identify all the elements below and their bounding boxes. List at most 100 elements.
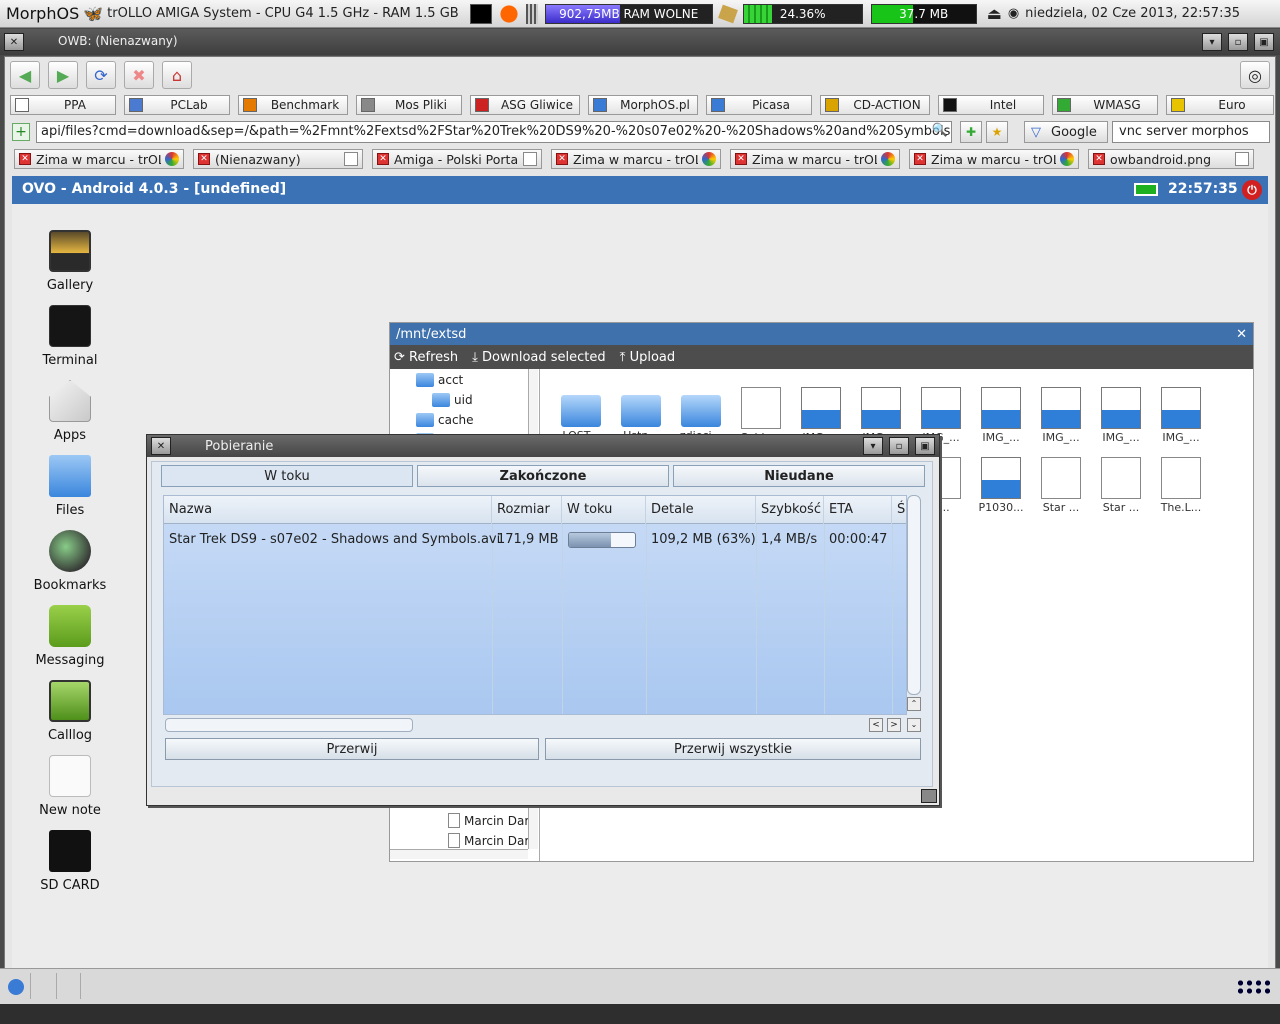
column-progress[interactable]: W toku — [562, 496, 646, 524]
column-name[interactable]: Nazwa — [164, 496, 492, 524]
app-bookmarks[interactable]: Bookmarks — [20, 530, 120, 593]
column-speed[interactable]: Szybkość — [756, 496, 824, 524]
iconify-icon[interactable]: ▣ — [1254, 33, 1274, 51]
bookmark-wmasg[interactable]: WMASG — [1052, 95, 1158, 115]
forward-button[interactable]: ▶ — [48, 61, 78, 89]
close-tab-icon[interactable]: ✕ — [377, 153, 389, 165]
scroll-up-icon[interactable]: ⌃ — [907, 697, 921, 711]
bookmark-pclab[interactable]: PCLab — [124, 95, 230, 115]
app-terminal[interactable]: Terminal — [20, 305, 120, 368]
file-item[interactable]: IMG_... — [1032, 387, 1090, 444]
reload-button[interactable]: ⟳ — [86, 61, 116, 89]
app-new-note[interactable]: New note — [20, 755, 120, 818]
browser-tab[interactable]: ✕ (Nienazwany) — [193, 149, 363, 169]
app-messaging[interactable]: Messaging — [20, 605, 120, 668]
close-tab-icon[interactable]: ✕ — [914, 153, 926, 165]
app-gallery[interactable]: Gallery — [20, 230, 120, 293]
tree-folder[interactable]: uid — [432, 393, 473, 407]
bookmark-cd-action[interactable]: CD-ACTION — [820, 95, 930, 115]
tree-folder[interactable]: acct — [416, 373, 463, 387]
bookmark-euro[interactable]: Euro — [1166, 95, 1274, 115]
depth-icon[interactable]: ▾ — [1202, 33, 1222, 51]
browser-tab[interactable]: ✕ Amiga - Polski Portal — [372, 149, 542, 169]
home-button[interactable]: ⌂ — [162, 61, 192, 89]
scroll-down-icon[interactable]: ⌄ — [907, 718, 921, 732]
resize-handle-icon[interactable] — [921, 789, 937, 803]
morphos-logo[interactable]: MorphOS — [0, 4, 83, 23]
app-files[interactable]: Files — [20, 455, 120, 518]
browser-tab[interactable]: ✕ Zima w marcu - trOLL — [14, 149, 184, 169]
search-query: vnc server morphos — [1119, 124, 1249, 139]
scroll-left-icon[interactable]: < — [869, 718, 883, 732]
search-engine-select[interactable]: ▽ Google — [1024, 121, 1108, 143]
file-item[interactable]: IMG_... — [972, 387, 1030, 444]
close-dialog-icon[interactable]: ✕ — [151, 437, 171, 455]
file-item[interactable]: IMG_... — [1092, 387, 1150, 444]
column-size[interactable]: Rozmiar — [492, 496, 562, 524]
app-sd-card[interactable]: SD CARD — [20, 830, 120, 893]
address-field[interactable]: api/files?cmd=download&sep=/&path=%2Fmnt… — [36, 121, 952, 143]
bookmark-add-button[interactable]: ✚ — [960, 121, 982, 143]
close-icon[interactable]: ✕ — [1236, 327, 1247, 342]
bookmark-asg-gliwice[interactable]: ASG Gliwice — [470, 95, 580, 115]
tree-file[interactable]: Marcin Dar — [448, 813, 528, 828]
file-item[interactable]: Star ... — [1092, 457, 1150, 514]
depth-icon[interactable]: ▾ — [863, 437, 883, 455]
file-item[interactable]: Star ... — [1032, 457, 1090, 514]
favorite-button[interactable]: ★ — [986, 121, 1008, 143]
close-tab-icon[interactable]: ✕ — [1093, 153, 1105, 165]
close-tab-icon[interactable]: ✕ — [556, 153, 568, 165]
compass-button[interactable]: ◎ — [1240, 61, 1270, 89]
tab-failed[interactable]: Nieudane — [673, 465, 925, 487]
app-apps[interactable]: Apps — [20, 380, 120, 443]
download-selected-button[interactable]: ⤓ Download selected — [472, 350, 606, 365]
zoom-icon[interactable]: ▫ — [1228, 33, 1248, 51]
tab-completed[interactable]: Zakończone — [417, 465, 669, 487]
tree-file[interactable]: Marcin Dar — [448, 833, 528, 848]
app-calllog[interactable]: Calllog — [20, 680, 120, 743]
back-button[interactable]: ◀ — [10, 61, 40, 89]
stop-button[interactable]: ✖ — [124, 61, 154, 89]
tree-hscrollbar[interactable] — [390, 849, 528, 859]
abort-button[interactable]: Przerwij — [165, 738, 539, 760]
file-item[interactable]: The.L... — [1152, 457, 1210, 514]
column-details[interactable]: Detale — [646, 496, 756, 524]
browser-tab[interactable]: ✕ owbandroid.png — [1088, 149, 1254, 169]
horizontal-scrollbar[interactable] — [165, 718, 413, 732]
vertical-scrollbar[interactable] — [907, 495, 921, 695]
bookmark-intel[interactable]: Intel — [938, 95, 1044, 115]
address-search-icon[interactable]: 🔍 — [930, 123, 950, 141]
close-tab-icon[interactable]: ✕ — [198, 153, 210, 165]
power-icon[interactable]: ⏻ — [1242, 180, 1262, 200]
close-window-icon[interactable]: ✕ — [4, 33, 24, 51]
file-item[interactable]: P1030... — [972, 457, 1030, 514]
close-tab-icon[interactable]: ✕ — [735, 153, 747, 165]
bookmark-ppa[interactable]: PPA — [10, 95, 116, 115]
column-extra[interactable]: Ś — [892, 496, 906, 524]
window-titlebar[interactable]: ✕ OWB: (Nienazwany) ▾ ▫ ▣ — [0, 29, 1280, 55]
browser-tab[interactable]: ✕ Zima w marcu - trOLL — [909, 149, 1079, 169]
bookmark-morphos-pl[interactable]: MorphOS.pl — [588, 95, 698, 115]
scroll-right-icon[interactable]: > — [887, 718, 901, 732]
file-item[interactable]: IMG_... — [1152, 387, 1210, 444]
abort-all-button[interactable]: Przerwij wszystkie — [545, 738, 921, 760]
eject-icon[interactable]: ⏏ — [987, 4, 1002, 23]
tree-folder[interactable]: cache — [416, 413, 474, 427]
column-eta[interactable]: ETA — [824, 496, 892, 524]
upload-button[interactable]: ⤒ Upload — [620, 350, 675, 365]
bookmark-picasa[interactable]: Picasa — [706, 95, 812, 115]
download-titlebar[interactable]: ✕ Pobieranie ▾ ▫ ▣ — [147, 435, 939, 457]
file-label: IMG_... — [1162, 431, 1200, 444]
zoom-icon[interactable]: ▫ — [889, 437, 909, 455]
search-input[interactable]: vnc server morphos — [1112, 121, 1270, 143]
close-tab-icon[interactable]: ✕ — [19, 153, 31, 165]
iconify-icon[interactable]: ▣ — [915, 437, 935, 455]
browser-tab[interactable]: ✕ Zima w marcu - trOLL — [730, 149, 900, 169]
refresh-button[interactable]: ⟳ Refresh — [394, 350, 458, 365]
grid-view-icon[interactable] — [1236, 979, 1272, 995]
browser-tab[interactable]: ✕ Zima w marcu - trOLL — [551, 149, 721, 169]
bookmark-benchmark[interactable]: Benchmark — [238, 95, 348, 115]
add-bookmark-icon[interactable]: + — [12, 123, 30, 141]
bookmark-mos-pliki[interactable]: Mos Pliki — [356, 95, 462, 115]
tab-in-progress[interactable]: W toku — [161, 465, 413, 487]
